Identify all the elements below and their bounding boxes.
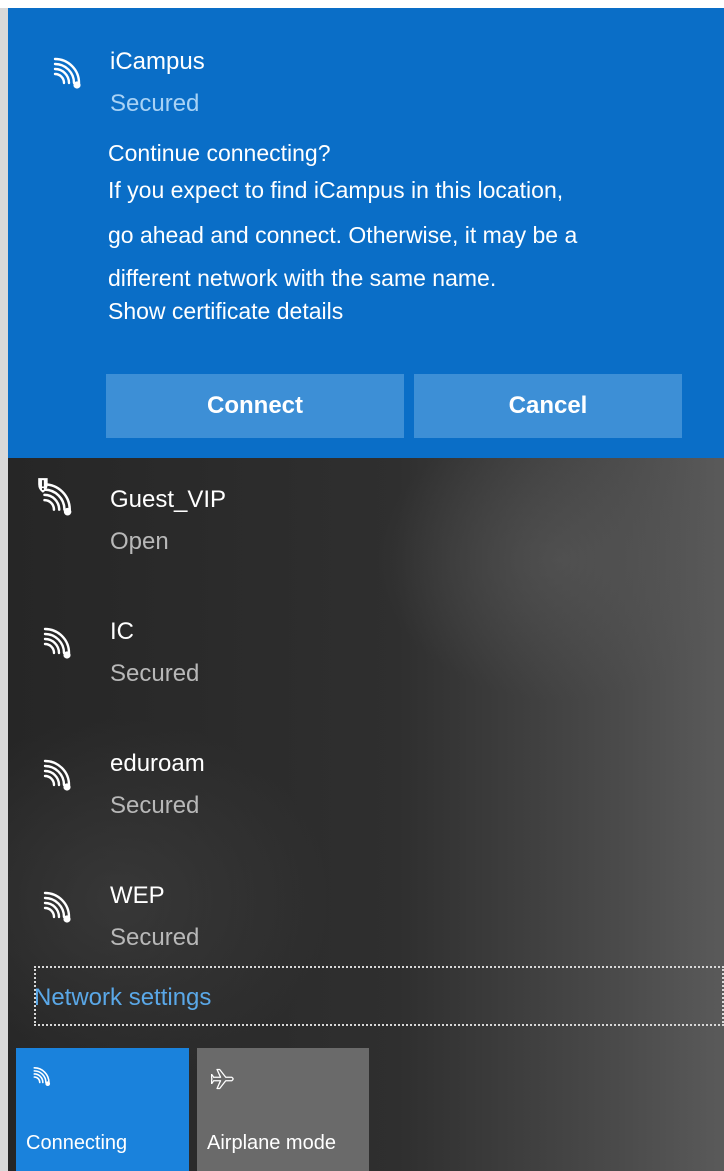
network-item-ic[interactable]: IC Secured xyxy=(8,598,648,728)
airplane-mode-label: Airplane mode xyxy=(207,1132,336,1154)
network-name: Guest_VIP xyxy=(110,486,227,513)
network-name: iCampus xyxy=(110,48,205,75)
airplane-mode-quick-action[interactable]: Airplane mode xyxy=(197,1048,369,1171)
network-status: Secured xyxy=(110,660,200,687)
prompt-text-line: go ahead and connect. Otherwise, it may … xyxy=(108,222,578,248)
network-name: WEP xyxy=(110,882,165,909)
cancel-button[interactable]: Cancel xyxy=(414,374,682,438)
prompt-text-line: If you expect to find iCampus in this lo… xyxy=(108,177,564,203)
network-status: Secured xyxy=(110,792,200,819)
active-network-panel[interactable]: iCampus Secured Continue connecting? If … xyxy=(8,8,724,458)
left-edge xyxy=(0,8,8,1171)
wifi-signal-icon xyxy=(43,891,71,923)
network-item-guest-vip[interactable]: Guest_VIP Open xyxy=(8,466,648,596)
wifi-signal-icon xyxy=(43,627,71,659)
network-status: Secured xyxy=(110,924,200,951)
network-status: Open xyxy=(110,528,169,555)
network-name: IC xyxy=(110,618,134,645)
wifi-signal-icon xyxy=(53,57,81,89)
network-name: eduroam xyxy=(110,750,205,777)
network-settings-link[interactable]: Network settings xyxy=(34,983,211,1013)
wifi-open-warning-icon xyxy=(38,478,72,516)
airplane-icon xyxy=(211,1068,234,1090)
prompt-question: Continue connecting? xyxy=(108,140,331,166)
network-status: Secured xyxy=(110,90,200,117)
wifi-quick-action[interactable]: Connecting xyxy=(16,1048,189,1171)
network-flyout: iCampus Secured Continue connecting? If … xyxy=(0,0,724,1171)
network-item-eduroam[interactable]: eduroam Secured xyxy=(8,730,648,860)
wifi-quick-action-label: Connecting xyxy=(26,1132,128,1154)
wifi-signal-icon xyxy=(43,759,71,791)
prompt-text-line: different network with the same name. xyxy=(108,265,497,291)
connect-button[interactable]: Connect xyxy=(106,374,404,438)
wifi-icon xyxy=(33,1067,51,1087)
top-edge xyxy=(0,0,724,8)
show-certificate-link[interactable]: Show certificate details xyxy=(108,296,343,326)
